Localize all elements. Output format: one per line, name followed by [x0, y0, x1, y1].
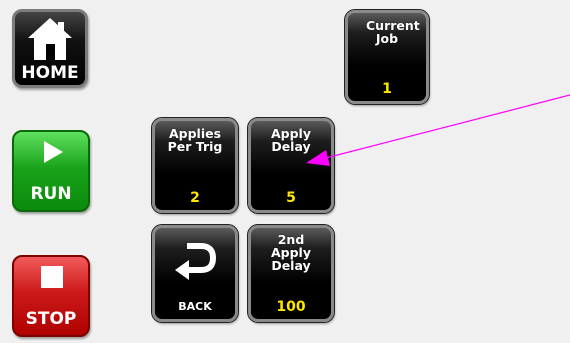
annotation-arrow — [306, 94, 570, 166]
